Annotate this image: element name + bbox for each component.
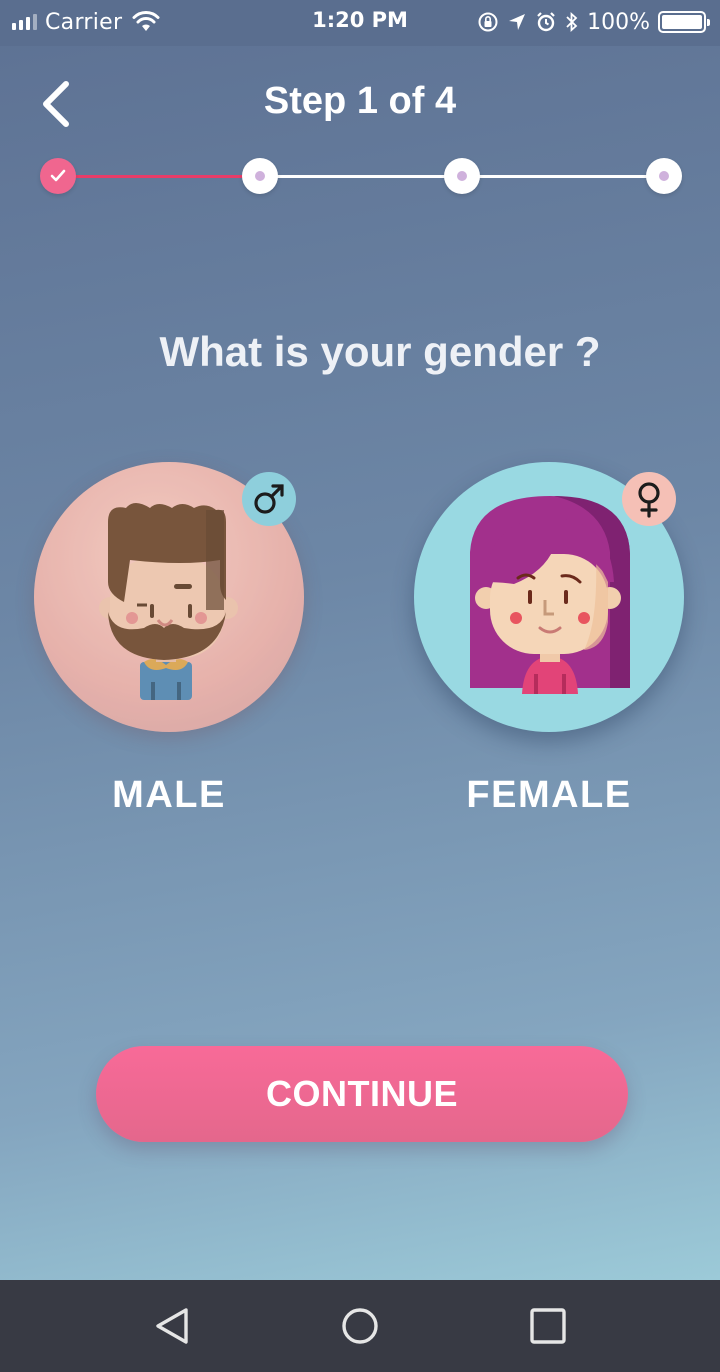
female-avatar[interactable] [414,462,684,732]
nav-back-button[interactable] [150,1304,194,1348]
app-screen: Carrier 1:20 PM 100% Step 1 of 4 What is… [0,0,720,1280]
question-heading: What is your gender ? [159,328,601,375]
status-right: 100% [477,8,710,36]
nav-home-button[interactable] [338,1304,382,1348]
step-2-dot [242,158,278,194]
bluetooth-icon [566,11,578,33]
progress-track-fill [58,175,244,178]
male-symbol-icon [254,484,284,514]
location-icon [509,14,526,30]
nav-back-icon [156,1308,188,1344]
male-symbol-badge [242,472,296,526]
female-symbol-icon [638,482,660,518]
female-symbol-badge [622,472,676,526]
nav-recent-apps-icon [530,1308,566,1344]
progress-stepper [40,158,682,194]
male-option[interactable]: MALE [34,462,304,817]
continue-button[interactable]: CONTINUE [96,1046,628,1142]
alarm-icon [537,12,555,32]
battery-percent: 100% [587,9,650,35]
continue-label: CONTINUE [266,1073,458,1114]
male-label: MALE [112,774,226,816]
nav-home-icon [342,1308,378,1344]
male-avatar[interactable] [34,462,304,732]
nav-recent-apps-button[interactable] [526,1304,570,1348]
status-bar: Carrier 1:20 PM 100% [0,0,720,46]
step-3-dot [444,158,480,194]
female-label: FEMALE [466,774,632,816]
female-option[interactable]: FEMALE [414,462,684,817]
step-4-dot [646,158,682,194]
page-title: Step 1 of 4 [263,80,457,122]
android-nav-bar [0,1280,720,1372]
battery-icon [658,11,710,33]
orientation-lock-icon [478,12,498,32]
step-1-dot [40,158,76,194]
check-icon [50,169,66,182]
